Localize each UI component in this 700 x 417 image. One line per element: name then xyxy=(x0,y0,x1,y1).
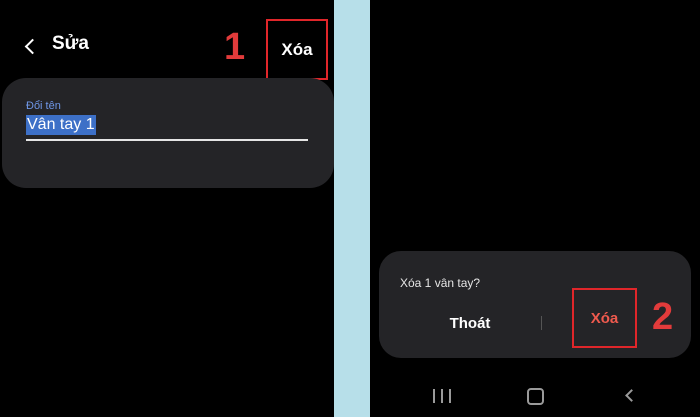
dialog-message: Xóa 1 vân tay? xyxy=(400,276,481,290)
left-screen: Sửa 1 Xóa Đổi tên Vân tay 1 xyxy=(0,0,334,417)
step-number-1: 1 xyxy=(224,26,246,68)
step-number-2: 2 xyxy=(652,296,674,338)
recents-icon[interactable] xyxy=(433,389,451,403)
rename-field-label: Đổi tên xyxy=(26,100,61,112)
input-underline xyxy=(26,139,308,141)
back-arrow-icon[interactable] xyxy=(18,34,42,58)
right-screen: Xóa 1 vân tay? Thoát Xóa 2 xyxy=(370,0,700,417)
rename-input[interactable]: Vân tay 1 xyxy=(26,115,96,135)
confirm-dialog xyxy=(379,251,691,358)
highlight-box-2 xyxy=(572,288,637,348)
button-divider xyxy=(541,316,542,330)
cancel-button[interactable]: Thoát xyxy=(435,306,505,340)
back-icon[interactable] xyxy=(622,387,638,403)
home-icon[interactable] xyxy=(527,388,544,405)
page-title: Sửa xyxy=(52,33,89,54)
highlight-box-1 xyxy=(266,19,328,80)
screenshot-divider xyxy=(334,0,370,417)
